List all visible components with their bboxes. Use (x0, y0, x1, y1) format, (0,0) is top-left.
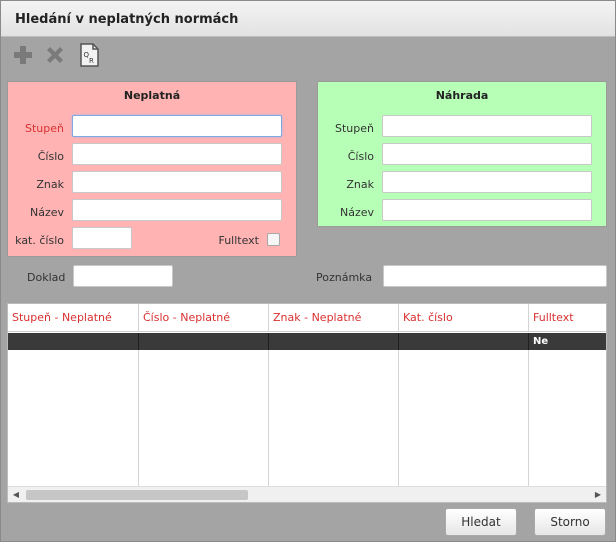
column-header-znak[interactable]: Znak - Neplatné (269, 304, 399, 332)
neplatna-title: Neplatná (123, 89, 181, 102)
cell-kat-cislo (399, 333, 529, 350)
neplatna-nazev-input[interactable] (72, 199, 282, 221)
nahrada-nazev-input[interactable] (382, 199, 592, 221)
nahrada-znak-input[interactable] (382, 171, 592, 193)
fulltext-label: Fulltext (218, 234, 259, 247)
cancel-button[interactable]: Storno (534, 508, 606, 536)
nahrada-stupen-input[interactable] (382, 115, 592, 137)
add-icon[interactable] (9, 41, 37, 69)
neplatna-stupen-label: Stupeň (25, 122, 64, 135)
scroll-right-icon[interactable]: ▶ (590, 487, 606, 502)
column-divider (268, 350, 269, 486)
column-divider (398, 350, 399, 486)
fulltext-checkbox[interactable] (267, 233, 280, 246)
doklad-input[interactable] (73, 265, 173, 287)
search-button[interactable]: Hledat (445, 508, 517, 536)
nahrada-panel: Náhrada Stupeň Číslo Znak Název (317, 81, 607, 227)
cell-stupen (8, 333, 139, 350)
neplatna-nazev-label: Název (29, 206, 64, 219)
poznamka-input[interactable] (383, 265, 607, 287)
column-header-stupen[interactable]: Stupeň - Neplatné (8, 304, 139, 332)
nahrada-cislo-input[interactable] (382, 143, 592, 165)
search-dialog: Hledání v neplatných normách Q R Neplatn… (0, 0, 616, 542)
poznamka-label: Poznámka (316, 271, 373, 284)
results-grid: Stupeň - Neplatné Číslo - Neplatné Znak … (7, 303, 607, 503)
neplatna-kat-cislo-input[interactable] (72, 227, 132, 249)
neplatna-znak-label: Znak (36, 178, 64, 191)
neplatna-panel: Neplatná Stupeň Číslo Znak Název kat. čí… (7, 81, 297, 257)
scroll-left-icon[interactable]: ◀ (8, 487, 24, 502)
toolbar: Q R (9, 41, 129, 71)
neplatna-cislo-label: Číslo (37, 150, 64, 163)
nahrada-stupen-label: Stupeň (335, 122, 374, 135)
svg-text:R: R (89, 57, 94, 65)
cell-cislo (139, 333, 269, 350)
scrollbar-thumb[interactable] (26, 490, 248, 500)
cell-fulltext: Ne (533, 336, 549, 347)
qr-document-icon[interactable]: Q R (75, 41, 103, 69)
nahrada-title: Náhrada (435, 89, 489, 102)
grid-header: Stupeň - Neplatné Číslo - Neplatné Znak … (8, 304, 606, 332)
nahrada-znak-label: Znak (346, 178, 374, 191)
column-divider (138, 350, 139, 486)
nahrada-cislo-label: Číslo (347, 150, 374, 163)
neplatna-stupen-input[interactable] (72, 115, 282, 137)
neplatna-znak-input[interactable] (72, 171, 282, 193)
column-divider (528, 350, 529, 486)
dialog-titlebar[interactable]: Hledání v neplatných normách (1, 1, 615, 37)
column-header-cislo[interactable]: Číslo - Neplatné (139, 304, 269, 332)
table-row[interactable]: Ne (8, 333, 606, 350)
nahrada-nazev-label: Název (339, 206, 374, 219)
column-header-kat-cislo[interactable]: Kat. číslo (399, 304, 529, 332)
horizontal-scrollbar[interactable]: ◀ ▶ (8, 486, 606, 502)
cell-znak (269, 333, 399, 350)
doklad-label: Doklad (27, 271, 66, 284)
column-header-fulltext[interactable]: Fulltext (529, 304, 606, 332)
neplatna-kat-cislo-label: kat. číslo (15, 234, 64, 247)
neplatna-cislo-input[interactable] (72, 143, 282, 165)
delete-icon[interactable] (41, 41, 69, 69)
dialog-title: Hledání v neplatných normách (15, 12, 239, 27)
